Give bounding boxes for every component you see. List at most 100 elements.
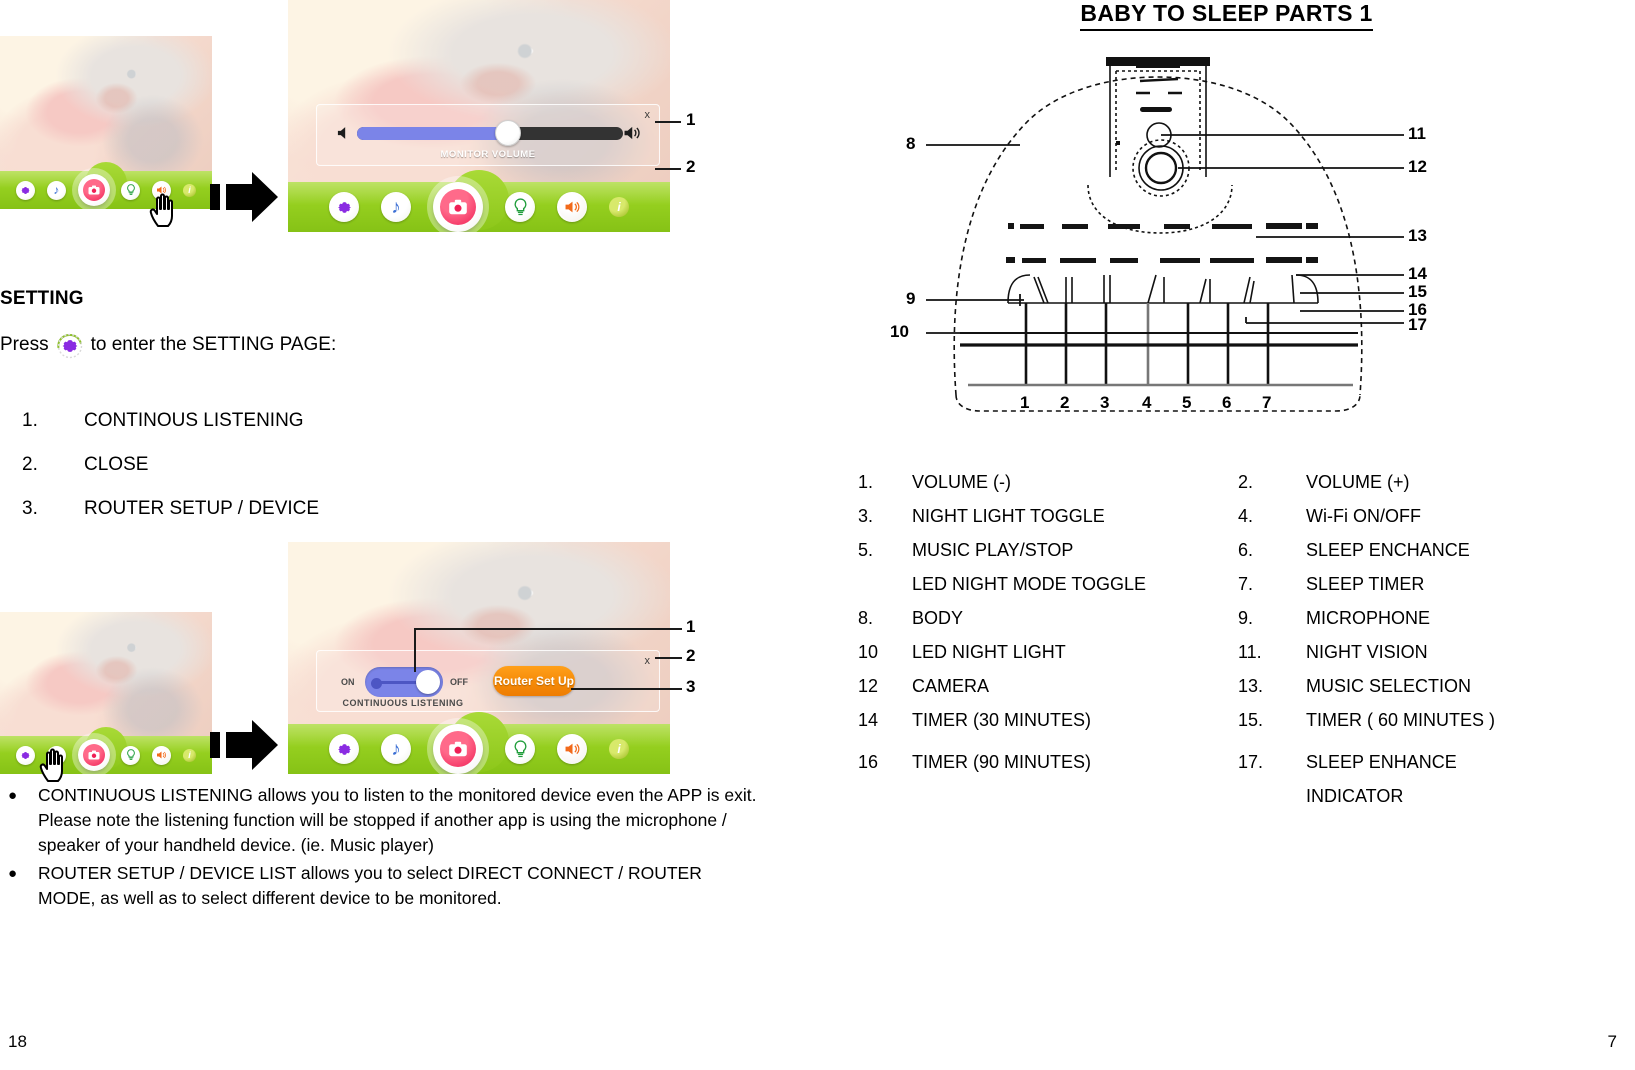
callout-3: 3: [686, 677, 696, 696]
part-number: 11.: [1238, 642, 1262, 662]
list-item: 4. Wi-Fi ON/OFF: [1238, 499, 1618, 533]
music-note-icon[interactable]: ♪: [46, 180, 66, 200]
part-number: 15.: [1238, 710, 1264, 730]
diagram-callout-3: 3: [1100, 393, 1110, 412]
diagram-callout-5: 5: [1182, 393, 1192, 412]
toggle-knob[interactable]: [416, 670, 440, 694]
part-number: [858, 567, 912, 601]
part-number: 6.: [1238, 540, 1254, 560]
diagram-callout-11: 11: [1408, 124, 1426, 143]
part-number: 16: [858, 752, 879, 772]
list-item: 5. MUSIC PLAY/STOP: [858, 533, 1238, 567]
part-label: LED NIGHT MODE TOGGLE: [912, 574, 1147, 594]
device-diagram-svg: [926, 57, 1404, 412]
device-diagram: 1 2 3 4 5 6 7 8 9 10 11 12 13 14 15 16 1…: [848, 45, 1468, 435]
list-item: 3. NIGHT LIGHT TOGGLE: [858, 499, 1238, 533]
speaker-loud-icon[interactable]: [623, 124, 643, 142]
right-arrow-icon: [208, 168, 280, 231]
thumbnail-toolbar: ♪: [0, 727, 212, 774]
list-item: 1. VOLUME (-): [858, 465, 1238, 499]
parts-column-right: 2. VOLUME (+) 4. Wi-Fi ON/OFF 6. SLEEP ENCH…: [1238, 465, 1618, 813]
gear-icon[interactable]: [53, 330, 87, 360]
hand-cursor-icon: [148, 190, 182, 235]
part-number: 5.: [858, 540, 874, 560]
volume-dialog: x MONITOR VOLUME: [316, 104, 660, 166]
speaker-mute-icon[interactable]: [335, 125, 351, 141]
part-number: 14: [858, 710, 879, 730]
part-label: TIMER ( 60 MINUTES ): [1306, 710, 1496, 730]
bullet-marker: ●: [8, 865, 18, 882]
light-bulb-icon[interactable]: [505, 734, 535, 764]
right-page: BABY TO SLEEP PARTS 1 1 2 3 4 5 6 7 8 9 …: [818, 0, 1635, 1070]
list-item: 1. CONTINOUS LISTENING: [22, 410, 622, 432]
diagram-callout-9: 9: [906, 289, 916, 308]
right-arrow-icon: [208, 716, 280, 779]
volume-slider-fill: [357, 127, 504, 140]
continuous-listening-toggle[interactable]: [365, 667, 443, 697]
music-note-icon[interactable]: ♪: [381, 734, 411, 764]
music-note-icon[interactable]: ♪: [381, 192, 411, 222]
speaker-icon[interactable]: [557, 734, 587, 764]
info-icon[interactable]: i: [609, 197, 629, 217]
bulb-glyph: [514, 739, 526, 757]
light-bulb-icon[interactable]: [121, 180, 141, 200]
camera-icon[interactable]: [77, 174, 110, 206]
list-label: CONTINOUS LISTENING: [84, 410, 304, 431]
callout-2: 2: [686, 157, 696, 176]
speaker-glyph: [565, 743, 579, 755]
info-icon[interactable]: i: [183, 748, 197, 762]
router-setup-button[interactable]: Router Set Up: [493, 666, 575, 696]
list-item: 16 TIMER (90 MINUTES): [858, 745, 1238, 779]
info-icon[interactable]: i: [609, 739, 629, 759]
list-item: ● CONTINUOUS LISTENING allows you to lis…: [0, 783, 760, 858]
list-number: 2.: [22, 454, 38, 475]
diagram-callout-4: 4: [1142, 393, 1152, 412]
volume-slider-knob[interactable]: [495, 120, 521, 146]
list-item: 17. SLEEP ENHANCE: [1238, 745, 1618, 779]
diagram-callout-17: 17: [1408, 315, 1427, 334]
camera-icon[interactable]: [433, 182, 483, 232]
part-label: NIGHT VISION: [1306, 642, 1428, 662]
thumbnail-volume-before: ♪ i: [0, 36, 212, 209]
setting-dialog: x ON OFF Router Set Up CONTINUOUS LISTEN…: [316, 650, 660, 712]
list-item: 8. BODY: [858, 601, 1238, 635]
setting-options-list: 1. CONTINOUS LISTENING 2. CLOSE 3. ROUTE…: [22, 410, 622, 542]
list-number: 1.: [22, 410, 38, 431]
gear-glyph: [21, 186, 30, 194]
camera-glyph: [88, 185, 100, 195]
list-item: ● ROUTER SETUP / DEVICE LIST allows you …: [0, 861, 760, 911]
part-number: 8.: [858, 608, 874, 628]
part-number: 9.: [1238, 608, 1254, 628]
list-number: 3.: [22, 498, 38, 519]
close-icon[interactable]: x: [645, 109, 651, 121]
part-label: BODY: [912, 608, 964, 628]
camera-icon[interactable]: [433, 724, 483, 774]
part-number: 3.: [858, 506, 874, 526]
camera-icon[interactable]: [77, 739, 110, 771]
light-bulb-icon[interactable]: [505, 192, 535, 222]
gear-icon[interactable]: [329, 734, 359, 764]
left-page: ♪ i x MONITOR VOLUME ♪ i 1 2 SETTING Pre…: [0, 0, 818, 1070]
speaker-glyph: [565, 201, 579, 213]
info-icon[interactable]: i: [183, 183, 197, 197]
diagram-callout-2: 2: [1060, 393, 1070, 412]
light-bulb-icon[interactable]: [121, 745, 141, 765]
volume-slider-track[interactable]: [357, 127, 623, 140]
speaker-icon[interactable]: [152, 745, 172, 765]
callout-2: 2: [686, 646, 696, 665]
diagram-callout-12: 12: [1408, 157, 1427, 176]
list-item: LED NIGHT MODE TOGGLE: [858, 567, 1238, 601]
gear-icon[interactable]: [15, 745, 35, 765]
list-item: 3. ROUTER SETUP / DEVICE: [22, 498, 622, 520]
diagram-callout-14: 14: [1408, 264, 1427, 283]
part-label: VOLUME (-): [912, 472, 1011, 492]
gear-icon[interactable]: [15, 180, 35, 200]
switch-on-label: ON: [341, 677, 355, 687]
diagram-callout-13: 13: [1408, 226, 1427, 245]
speaker-icon[interactable]: [557, 192, 587, 222]
close-icon[interactable]: x: [645, 655, 651, 667]
callout-1: 1: [686, 617, 696, 636]
parts-legend: 1. VOLUME (-) 3. NIGHT LIGHT TOGGLE 5. MUSI…: [858, 465, 1618, 813]
camera-glyph: [88, 750, 100, 760]
gear-icon[interactable]: [329, 192, 359, 222]
